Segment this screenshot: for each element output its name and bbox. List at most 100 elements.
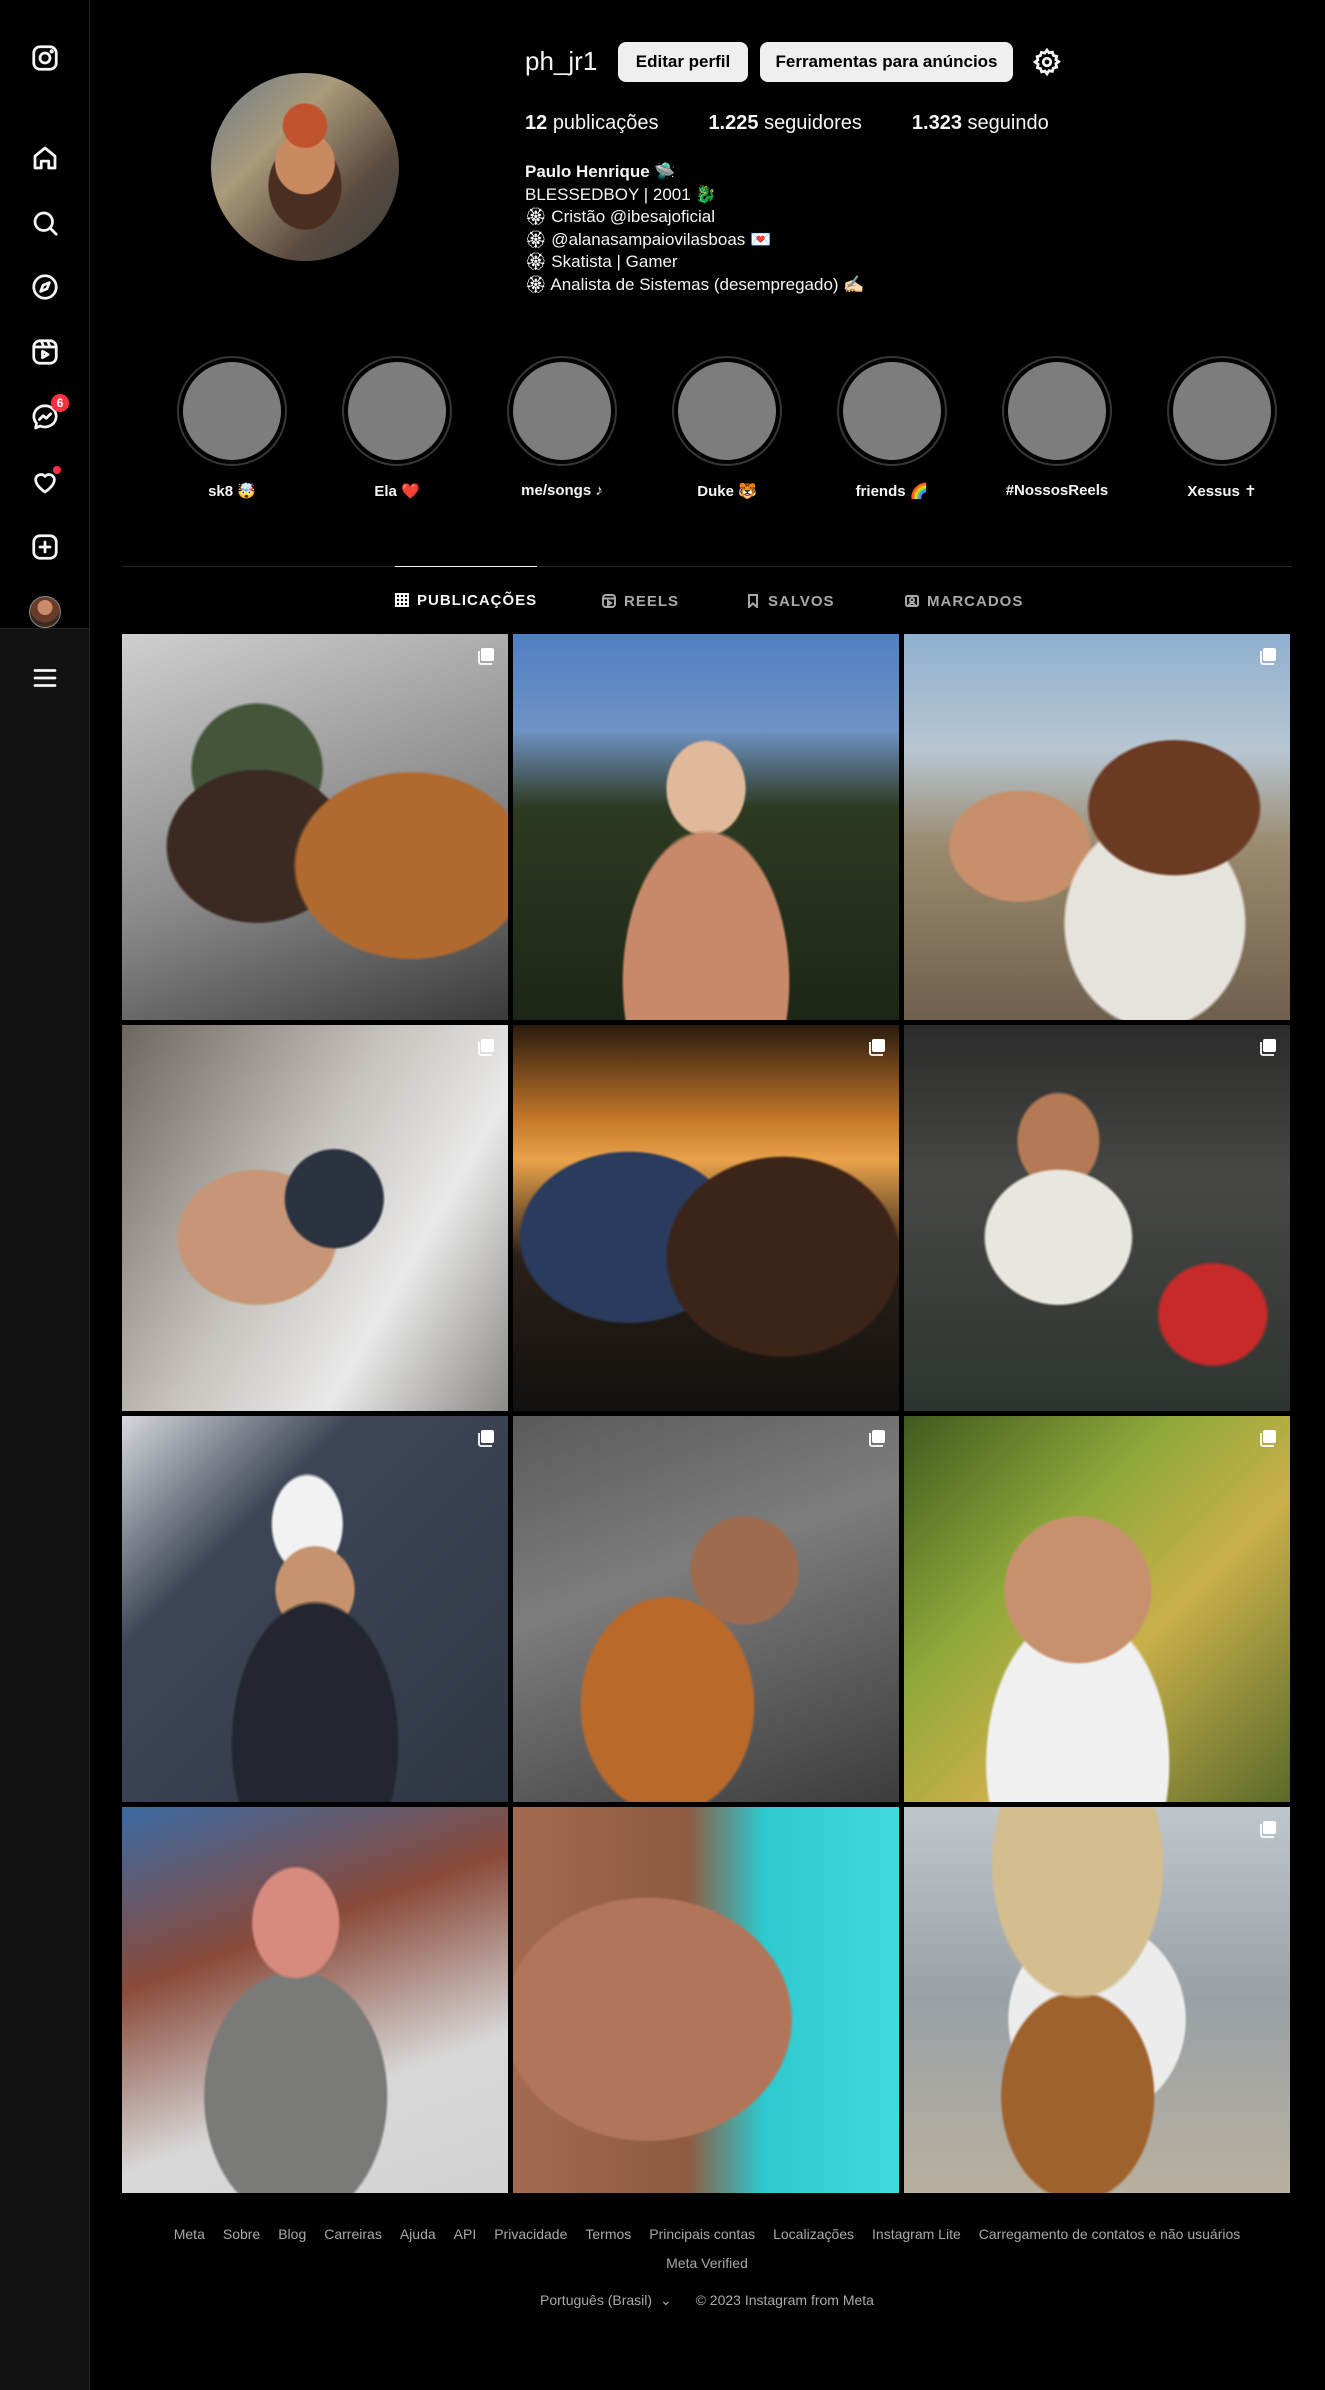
post-tile[interactable]	[122, 1025, 508, 1411]
tab-marcados[interactable]: MARCADOS	[905, 568, 1023, 634]
copyright: © 2023 Instagram from Meta	[695, 2292, 874, 2308]
highlight-ring	[672, 356, 782, 466]
highlight-label: Xessus ✝	[1187, 483, 1257, 500]
highlight-label: Duke 🐯	[697, 483, 757, 500]
language-label: Português (Brasil)	[540, 2292, 653, 2308]
avatar	[29, 596, 61, 628]
footer-link[interactable]: Carregamento de contatos e não usuários	[979, 2220, 1241, 2249]
highlight-item[interactable]: Xessus ✝	[1167, 356, 1277, 500]
home-icon[interactable]	[23, 136, 67, 180]
post-tile[interactable]	[513, 634, 899, 1020]
posts-grid	[122, 634, 1292, 2194]
highlight-ring	[1167, 356, 1277, 466]
profile-stats: 12 publicações 1.225 seguidores 1.323 se…	[525, 112, 1049, 135]
following-stat[interactable]: 1.323 seguindo	[912, 112, 1049, 135]
highlight-item[interactable]: sk8 🤯	[177, 356, 287, 500]
menu-icon[interactable]	[23, 656, 67, 700]
carousel-icon	[867, 1428, 887, 1448]
tab-reels[interactable]: REELS	[602, 568, 679, 634]
footer-link[interactable]: Termos	[585, 2220, 631, 2249]
post-tile[interactable]	[122, 1807, 508, 2193]
highlight-cover	[183, 362, 281, 460]
post-tile[interactable]	[904, 1807, 1290, 2193]
highlight-label: Ela ❤️	[374, 483, 420, 500]
language-selector[interactable]: Português (Brasil) ⌄	[540, 2292, 672, 2308]
highlight-item[interactable]: #NossosReels	[1002, 356, 1112, 499]
messenger-icon[interactable]: 6	[23, 394, 69, 439]
instagram-logo-icon[interactable]	[23, 36, 67, 80]
highlight-ring	[837, 356, 947, 466]
footer-link[interactable]: Meta	[174, 2220, 205, 2249]
highlight-ring	[507, 356, 617, 466]
highlight-item[interactable]: friends 🌈	[837, 356, 947, 500]
highlight-ring	[1002, 356, 1112, 466]
full-name: Paulo Henrique 🛸	[525, 162, 676, 181]
footer-link[interactable]: Localizações	[773, 2220, 854, 2249]
tab-salvos[interactable]: SALVOS	[746, 568, 835, 634]
highlight-ring	[177, 356, 287, 466]
search-icon[interactable]	[23, 201, 67, 245]
followers-label: seguidores	[764, 112, 862, 134]
profile-avatar-nav[interactable]	[23, 590, 67, 634]
footer-link[interactable]: Instagram Lite	[872, 2220, 961, 2249]
highlight-cover	[1008, 362, 1106, 460]
footer-link[interactable]: Carreiras	[324, 2220, 382, 2249]
post-tile[interactable]	[513, 1416, 899, 1802]
tab-label: MARCADOS	[927, 592, 1024, 610]
reels-icon[interactable]	[23, 330, 67, 374]
bio-line: 🏵 Skatista | Gamer	[525, 252, 678, 271]
carousel-icon	[867, 1037, 887, 1057]
tab-label: REELS	[624, 592, 680, 610]
carousel-icon	[1258, 1819, 1278, 1839]
followers-stat[interactable]: 1.225 seguidores	[708, 112, 861, 135]
followers-count: 1.225	[708, 112, 759, 134]
ad-tools-button[interactable]: Ferramentas para anúncios	[760, 42, 1013, 82]
username: ph_jr1	[525, 46, 598, 76]
footer-link[interactable]: API	[454, 2220, 477, 2249]
tab-publicacoes[interactable]: PUBLICAÇÕES	[395, 566, 538, 633]
post-tile[interactable]	[904, 634, 1290, 1020]
heart-icon[interactable]	[23, 460, 67, 504]
highlight-cover	[678, 362, 776, 460]
highlight-item[interactable]: Duke 🐯	[672, 356, 782, 500]
tagged-icon	[905, 595, 919, 607]
post-tile[interactable]	[513, 1025, 899, 1411]
post-tile[interactable]	[904, 1025, 1290, 1411]
highlight-cover	[348, 362, 446, 460]
post-tile[interactable]	[122, 1416, 508, 1802]
highlight-label: me/songs ♪	[521, 482, 603, 499]
main-content: ph_jr1 Editar perfil Ferramentas para an…	[90, 0, 1325, 2390]
post-tile[interactable]	[122, 634, 508, 1020]
divider	[122, 566, 1292, 567]
footer-link[interactable]: Sobre	[223, 2220, 260, 2249]
following-label: seguindo	[967, 112, 1049, 134]
following-count: 1.323	[911, 112, 962, 134]
edit-profile-button[interactable]: Editar perfil	[618, 42, 748, 82]
create-icon[interactable]	[23, 525, 67, 569]
bio-line: 🏵 Analista de Sistemas (desempregado) ✍🏻	[525, 274, 865, 294]
bio: Paulo Henrique 🛸 BLESSEDBOY | 2001 🐉 🏵 C…	[525, 161, 864, 296]
profile-avatar[interactable]	[211, 73, 399, 261]
settings-gear-icon[interactable]	[1029, 44, 1065, 80]
highlight-ring	[342, 356, 452, 466]
highlight-label: #NossosReels	[1005, 482, 1109, 499]
carousel-icon	[1258, 1037, 1278, 1057]
footer-link[interactable]: Ajuda	[400, 2220, 436, 2249]
highlight-cover	[1173, 362, 1271, 460]
footer-link[interactable]: Principais contas	[649, 2220, 755, 2249]
carousel-icon	[476, 1037, 496, 1057]
bio-line: 🏵 Cristão @ibesajoficial	[525, 207, 716, 226]
post-tile[interactable]	[904, 1416, 1290, 1802]
highlight-label: sk8 🤯	[208, 483, 256, 500]
highlight-cover	[843, 362, 941, 460]
reels-icon	[602, 594, 616, 608]
highlight-item[interactable]: Ela ❤️	[342, 356, 452, 500]
explore-icon[interactable]	[23, 265, 67, 309]
post-tile[interactable]	[513, 1807, 899, 2193]
footer-link[interactable]: Meta Verified	[666, 2249, 748, 2278]
footer-link[interactable]: Blog	[278, 2220, 306, 2249]
messages-badge: 6	[51, 394, 69, 412]
chevron-down-icon: ⌄	[659, 2292, 672, 2308]
highlight-item[interactable]: me/songs ♪	[507, 356, 617, 499]
footer-link[interactable]: Privacidade	[494, 2220, 567, 2249]
